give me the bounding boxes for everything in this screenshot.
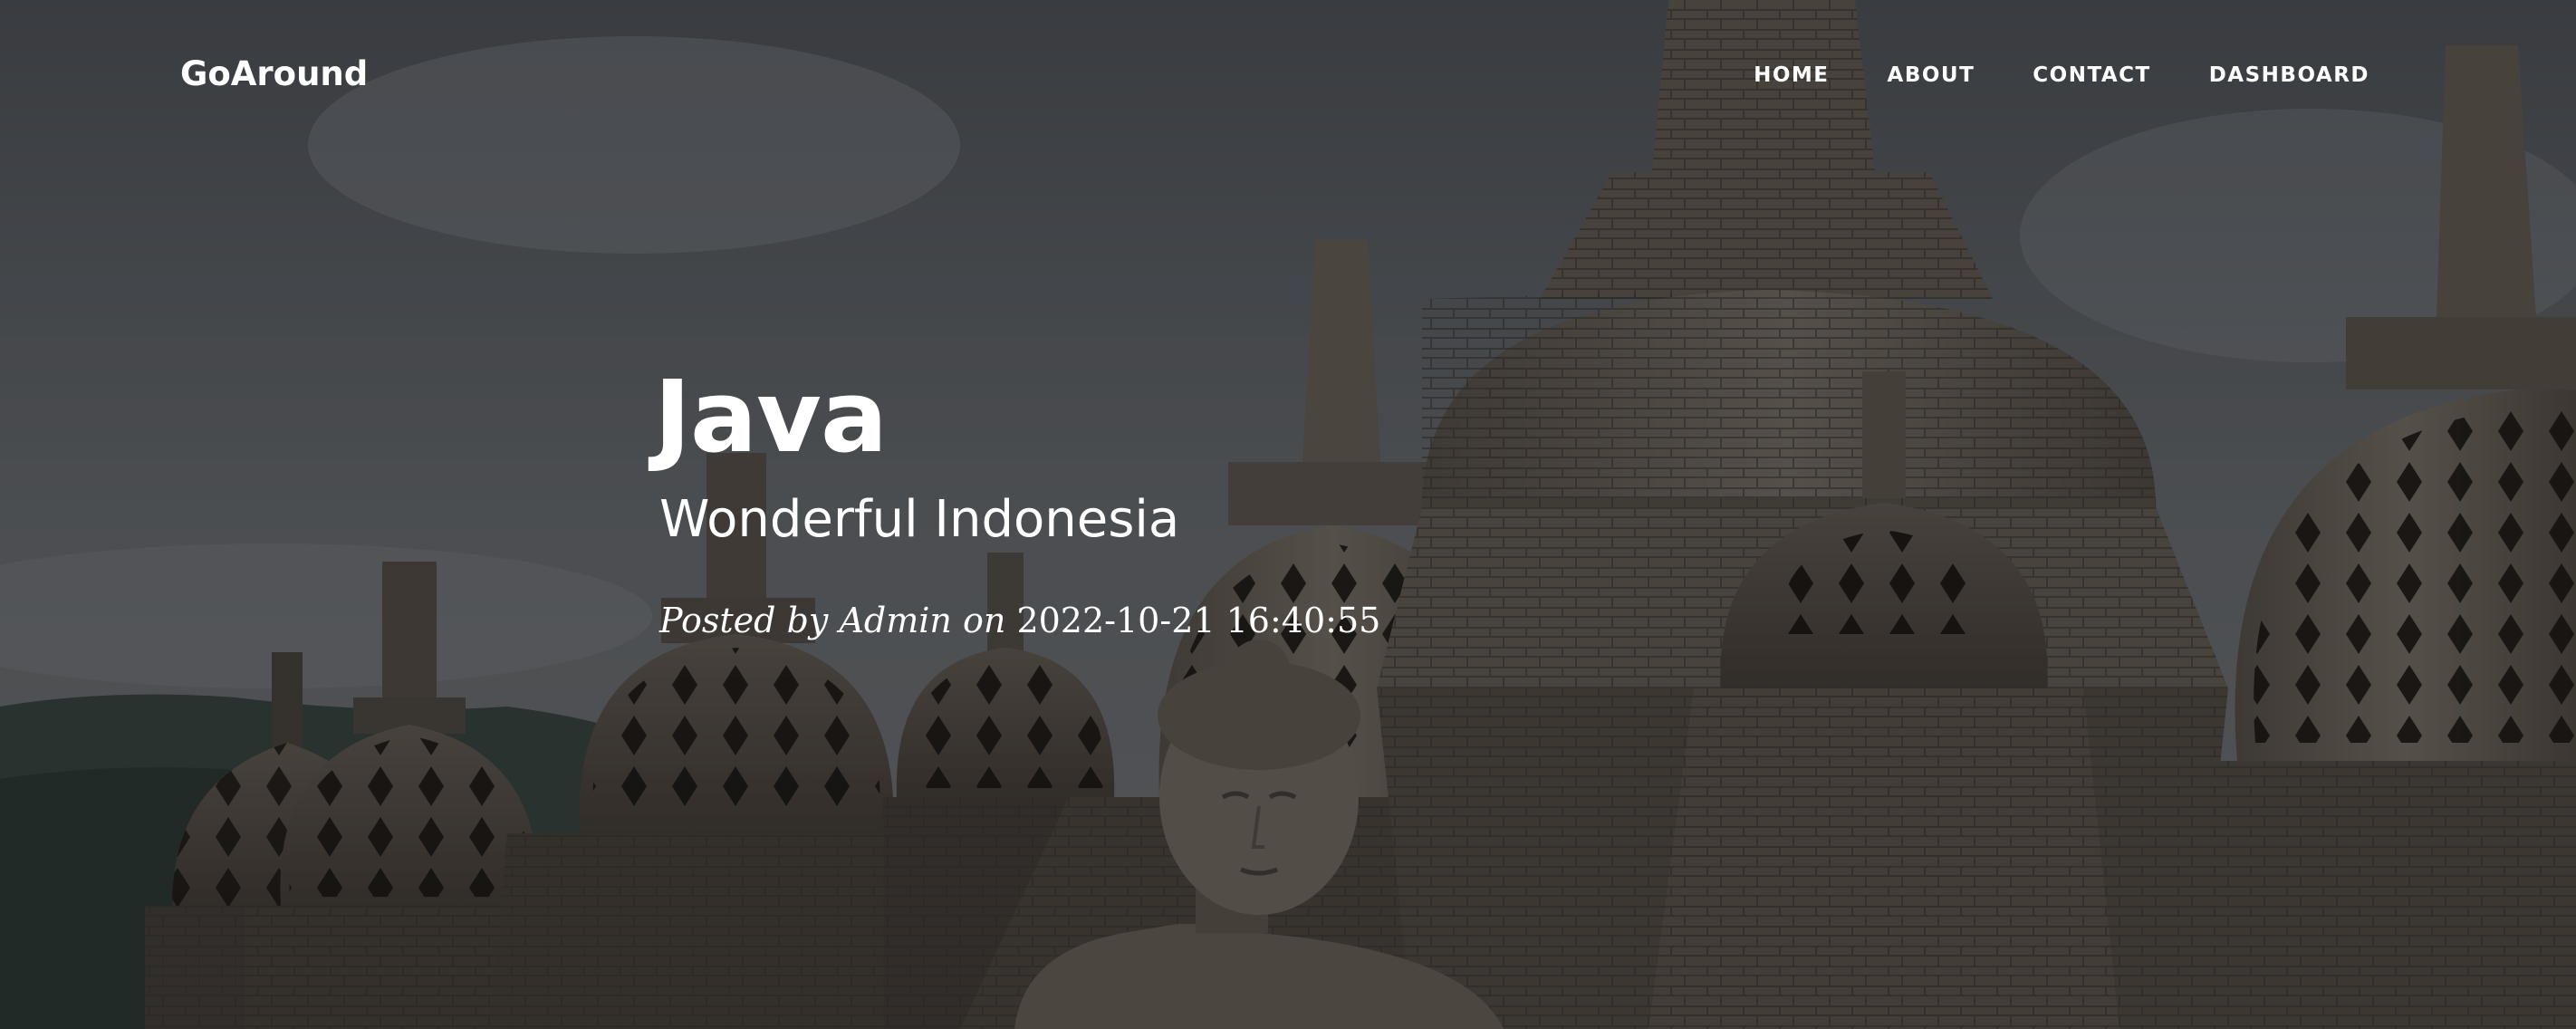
nav-item-contact: CONTACT — [2033, 63, 2150, 87]
nav-link-dashboard[interactable]: DASHBOARD — [2209, 63, 2369, 87]
post-meta-prefix: Posted by — [659, 600, 829, 640]
nav-item-dashboard: DASHBOARD — [2209, 63, 2369, 87]
nav-menu: HOME ABOUT CONTACT DASHBOARD — [1754, 63, 2369, 87]
post-meta-on: on — [963, 600, 1006, 640]
nav-link-about[interactable]: ABOUT — [1888, 63, 1975, 87]
post-meta: Posted by Admin on 2022-10-21 16:40:55 — [659, 601, 1922, 640]
post-heading: Java Wonderful Indonesia Posted by Admin… — [654, 362, 1922, 640]
masthead: GoAround HOME ABOUT CONTACT DASHBOARD Ja… — [0, 0, 2576, 1029]
post-datetime: 2022-10-21 16:40:55 — [1016, 600, 1381, 640]
brand-logo-link[interactable]: GoAround — [180, 54, 368, 93]
main-navbar: GoAround HOME ABOUT CONTACT DASHBOARD — [0, 0, 2576, 154]
nav-item-home: HOME — [1754, 63, 1829, 87]
nav-link-home[interactable]: HOME — [1754, 63, 1829, 87]
nav-item-about: ABOUT — [1888, 63, 1975, 87]
post-subtitle: Wonderful Indonesia — [659, 490, 1180, 549]
post-author-link[interactable]: Admin — [839, 601, 951, 640]
nav-link-contact[interactable]: CONTACT — [2033, 63, 2150, 87]
post-title: Java — [654, 359, 888, 475]
